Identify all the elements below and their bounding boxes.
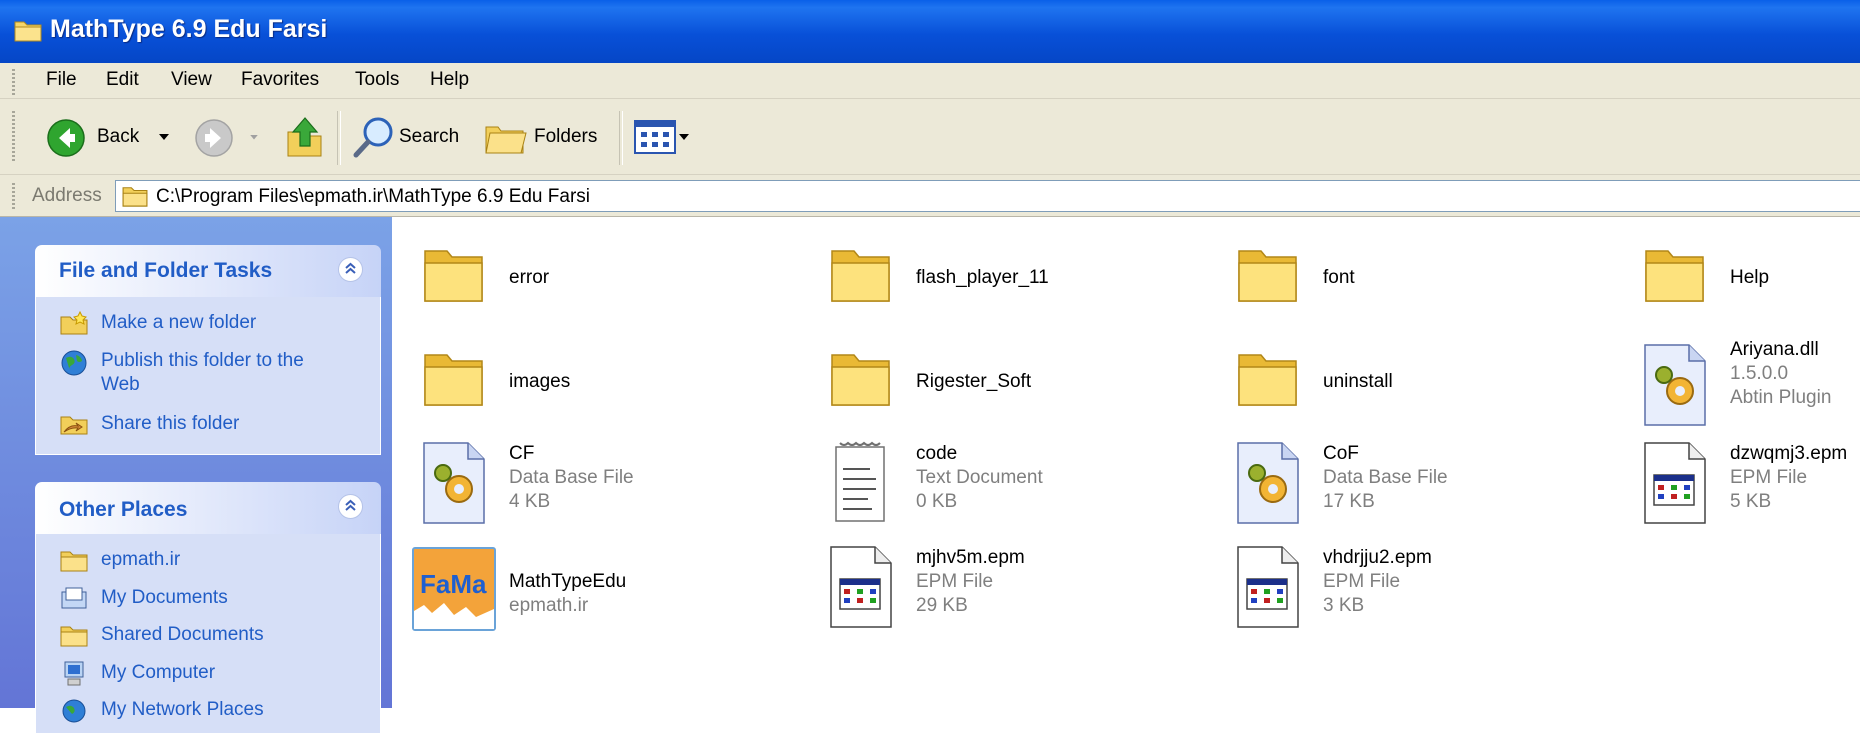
toolbar-separator xyxy=(619,111,623,165)
file-item-folder[interactable]: uninstall xyxy=(1235,347,1535,417)
address-label: Address xyxy=(32,185,102,206)
file-folder-tasks-body: Make a new folder Publish this folder to… xyxy=(35,297,381,455)
title-bar[interactable]: MathType 6.9 Edu Farsi xyxy=(0,0,1860,63)
network-icon xyxy=(62,699,86,723)
search-button[interactable]: Search xyxy=(352,115,464,159)
forward-button[interactable] xyxy=(194,118,264,158)
folder-icon xyxy=(1645,250,1704,302)
text-document-icon xyxy=(835,441,885,522)
menu-tools[interactable]: Tools xyxy=(355,69,399,91)
computer-icon xyxy=(64,661,84,686)
epm-file-icon xyxy=(1644,442,1706,524)
other-places-header[interactable]: Other Places xyxy=(35,482,381,534)
standard-toolbar: Back Search Folders xyxy=(0,99,1860,175)
epm-file-icon xyxy=(1237,546,1299,628)
toolbar-grip[interactable] xyxy=(12,183,15,209)
menu-view[interactable]: View xyxy=(171,69,212,91)
other-places-body: epmath.ir My Documents Shared Documents … xyxy=(35,534,381,734)
panel-title: Other Places xyxy=(59,498,188,521)
folder-icon xyxy=(60,626,88,647)
database-file-icon xyxy=(1237,442,1299,524)
file-item-text[interactable]: code Text Document 0 KB xyxy=(828,441,1128,531)
folder-icon xyxy=(424,250,483,302)
epm-file-icon xyxy=(830,546,892,628)
address-path: C:\Program Files\epmath.ir\MathType 6.9 … xyxy=(156,186,590,207)
folders-button[interactable]: Folders xyxy=(484,115,604,159)
back-button[interactable]: Back xyxy=(46,118,186,158)
file-item-folder[interactable]: Rigester_Soft xyxy=(828,347,1128,417)
address-bar: Address C:\Program Files\epmath.ir\MathT… xyxy=(0,175,1860,217)
folder-icon xyxy=(60,551,88,572)
menu-help[interactable]: Help xyxy=(430,69,469,91)
chevron-up-icon xyxy=(345,499,356,511)
file-item-dll[interactable]: Ariyana.dll 1.5.0.0 Abtin Plugin xyxy=(1642,337,1860,427)
folder-icon xyxy=(831,354,890,406)
chevron-down-icon xyxy=(159,134,169,140)
file-item-folder[interactable]: font xyxy=(1235,243,1535,313)
file-item-dll[interactable]: CoF Data Base File 17 KB xyxy=(1235,441,1535,531)
up-folder-icon xyxy=(287,117,322,157)
toolbar-grip[interactable] xyxy=(12,69,15,95)
collapse-button[interactable] xyxy=(338,494,363,519)
mathtype-app-icon: FaMa xyxy=(412,547,496,631)
address-input[interactable]: C:\Program Files\epmath.ir\MathType 6.9 … xyxy=(115,180,1860,212)
folder-icon xyxy=(122,187,148,207)
folders-label: Folders xyxy=(534,126,598,147)
search-label: Search xyxy=(399,126,460,147)
window-title: MathType 6.9 Edu Farsi xyxy=(50,15,328,43)
toolbar-grip[interactable] xyxy=(12,111,15,163)
file-item-folder[interactable]: flash_player_11 xyxy=(828,243,1128,313)
folder-icon xyxy=(831,250,890,302)
file-item-epm[interactable]: vhdrjju2.epm EPM File 3 KB xyxy=(1235,545,1535,635)
views-icon xyxy=(634,120,676,154)
file-folder-tasks-header[interactable]: File and Folder Tasks xyxy=(35,245,381,297)
folder-icon xyxy=(424,354,483,406)
dll-file-icon xyxy=(1644,344,1706,426)
folders-icon xyxy=(485,126,527,154)
chevron-down-icon xyxy=(250,135,258,140)
menu-favorites[interactable]: Favorites xyxy=(241,69,319,91)
menu-edit[interactable]: Edit xyxy=(106,69,139,91)
share-folder-icon xyxy=(60,416,88,435)
chevron-down-icon xyxy=(679,134,689,140)
search-icon xyxy=(353,117,393,158)
file-item-folder[interactable]: images xyxy=(421,347,721,417)
back-label: Back xyxy=(97,126,140,147)
file-item-app[interactable]: FaMa MathTypeEdu epmath.ir xyxy=(412,547,722,637)
toolbar-separator xyxy=(337,111,341,165)
menu-bar: File Edit View Favorites Tools Help xyxy=(0,63,1860,99)
collapse-button[interactable] xyxy=(338,257,363,282)
forward-arrow-icon xyxy=(195,119,233,157)
task-pane: File and Folder Tasks Make a new folder … xyxy=(0,217,392,734)
folder-icon xyxy=(1238,354,1297,406)
menu-file[interactable]: File xyxy=(46,69,77,91)
chevron-up-icon xyxy=(345,262,356,274)
file-item-epm[interactable]: dzwqmj3.epm EPM File 5 KB xyxy=(1642,441,1860,531)
file-item-folder[interactable]: error xyxy=(421,243,721,313)
folder-icon xyxy=(14,21,42,42)
back-arrow-icon xyxy=(47,119,85,157)
database-file-icon xyxy=(423,442,485,524)
file-item-folder[interactable]: Help xyxy=(1642,243,1852,313)
file-item-dll[interactable]: CF Data Base File 4 KB xyxy=(421,441,721,531)
panel-title: File and Folder Tasks xyxy=(59,259,273,282)
documents-icon xyxy=(61,587,87,609)
file-list-view: error flash_player_11 font Help images R… xyxy=(392,217,1860,708)
new-folder-icon xyxy=(60,311,88,335)
file-item-epm[interactable]: mjhv5m.epm EPM File 29 KB xyxy=(828,545,1128,635)
folder-icon xyxy=(1238,250,1297,302)
up-folder-button[interactable] xyxy=(285,114,325,160)
views-button[interactable] xyxy=(634,118,694,158)
globe-icon xyxy=(61,350,87,376)
